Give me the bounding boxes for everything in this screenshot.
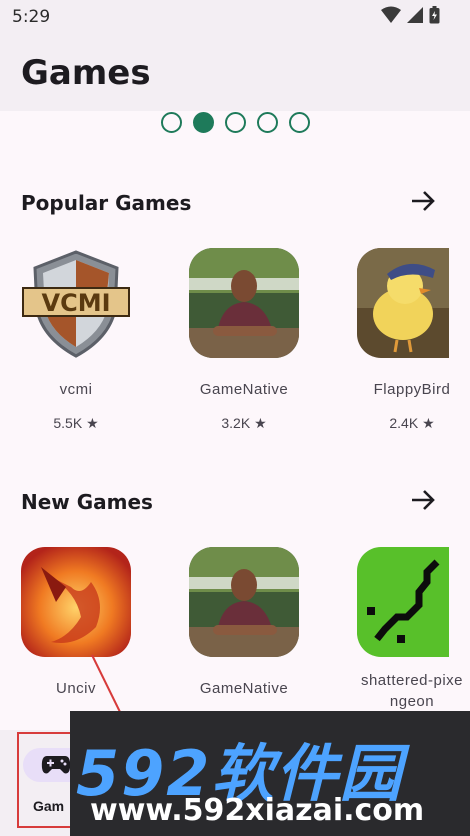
flappybird-app-icon: [357, 248, 449, 358]
page-title: Games: [21, 53, 151, 93]
app-card-unciv[interactable]: Unciv: [0, 547, 131, 717]
page-dot-2-active[interactable]: [193, 112, 214, 133]
unciv-app-icon: [21, 547, 131, 657]
app-name-line-1: shattered-pixe: [360, 672, 464, 689]
status-icons: [381, 6, 440, 24]
app-rating: 5.5K ★: [53, 415, 99, 431]
app-name: FlappyBird: [373, 381, 451, 398]
wifi-icon: [381, 6, 401, 23]
cellular-signal-icon: [407, 7, 423, 23]
app-name: Unciv: [55, 680, 96, 697]
carousel-page-indicator: [161, 112, 310, 133]
app-card-gamenative[interactable]: GameNative: [168, 547, 299, 717]
svg-text:VCMI: VCMI: [42, 289, 111, 317]
gamenative-app-icon: [189, 547, 299, 657]
app-name: GameNative: [199, 680, 289, 697]
top-app-bar: Games: [0, 31, 470, 111]
section-title-new-games: New Games: [21, 490, 153, 514]
app-card-gamenative[interactable]: GameNative 3.2K ★: [168, 248, 299, 448]
section-title-popular-games: Popular Games: [21, 191, 192, 215]
app-rating: 2.4K ★: [389, 415, 435, 431]
app-name: GameNative: [199, 381, 289, 398]
app-name: vcmi: [59, 381, 93, 398]
battery-icon: [429, 6, 440, 24]
page-dot-1[interactable]: [161, 112, 182, 133]
app-rating: 3.2K ★: [221, 415, 267, 431]
arrow-right-icon[interactable]: [410, 487, 436, 513]
arrow-right-icon[interactable]: [410, 188, 436, 214]
watermark-overlay: 592软件园 www.592xiazai.com: [70, 711, 470, 836]
watermark-url: www.592xiazai.com: [90, 793, 425, 828]
app-card-shattered-pixel-dungeon[interactable]: shattered-pixe ngeon: [336, 547, 466, 717]
app-name-line-2: ngeon: [389, 693, 435, 710]
status-bar: 5:29: [0, 0, 470, 31]
app-card-flappybird[interactable]: FlappyBird 2.4K ★: [336, 248, 466, 448]
gamepad-icon: [41, 756, 71, 774]
status-time: 5:29: [12, 7, 51, 27]
page-dot-4[interactable]: [257, 112, 278, 133]
vcmi-app-icon: VCMI: [21, 248, 131, 358]
page-dot-3[interactable]: [225, 112, 246, 133]
nav-label-games: Gam: [33, 798, 65, 814]
shattered-pixel-dungeon-app-icon: [357, 547, 449, 657]
gamenative-app-icon: [189, 248, 299, 358]
app-card-vcmi[interactable]: VCMI vcmi 5.5K ★: [0, 248, 131, 448]
page-dot-5[interactable]: [289, 112, 310, 133]
